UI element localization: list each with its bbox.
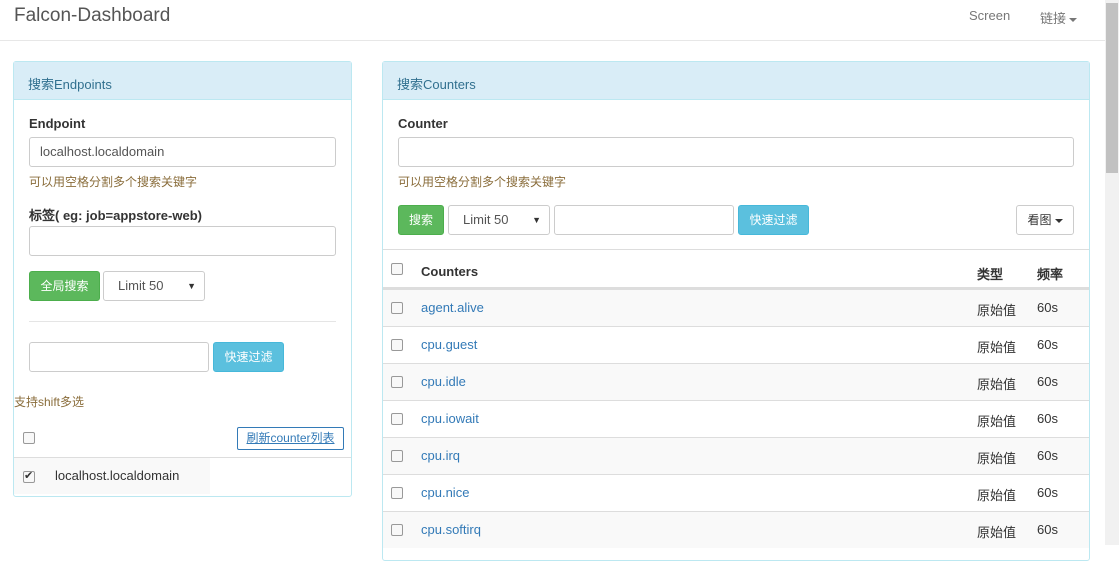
- row-type: 原始值: [977, 451, 1017, 466]
- view-chart-button[interactable]: 看图: [1016, 205, 1074, 235]
- counter-help-text: 可以用空格分割多个搜索关键字: [398, 175, 567, 189]
- endpoints-panel: 搜索Endpoints Endpoint localhost.localdoma…: [13, 61, 352, 497]
- row-checkbox[interactable]: [391, 339, 403, 351]
- endpoint-item-checkbox[interactable]: [23, 469, 35, 483]
- counter-limit-value: Limit 50: [463, 212, 509, 227]
- table-row: cpu.iowait 原始值 60s: [383, 400, 1089, 437]
- view-chart-label: 看图: [1027, 213, 1052, 227]
- endpoint-label: Endpoint: [29, 116, 86, 131]
- row-freq: 60s: [1037, 337, 1058, 352]
- header-counters: Counters: [421, 264, 479, 279]
- row-type: 原始值: [977, 303, 1017, 318]
- row-type: 原始值: [977, 525, 1017, 540]
- counter-label: Counter: [398, 116, 448, 131]
- table-row: cpu.guest 原始值 60s: [383, 326, 1089, 363]
- shift-multiselect-hint: 支持shift多选: [14, 395, 85, 409]
- row-checkbox[interactable]: [391, 302, 403, 314]
- select-all-counters-checkbox[interactable]: [391, 263, 403, 275]
- table-row: cpu.idle 原始值 60s: [383, 363, 1089, 400]
- table-row: cpu.nice 原始值 60s: [383, 474, 1089, 511]
- endpoints-panel-heading: 搜索Endpoints: [14, 62, 351, 100]
- table-row: cpu.softirq 原始值 60s: [383, 511, 1089, 548]
- header-type: 类型: [977, 267, 1004, 282]
- select-arrow-icon: ▼: [187, 281, 196, 291]
- endpoint-input[interactable]: localhost.localdomain: [29, 137, 336, 167]
- counter-input[interactable]: [398, 137, 1074, 167]
- row-checkbox[interactable]: [391, 376, 403, 388]
- nav-links-dropdown[interactable]: 链接: [1040, 8, 1078, 27]
- row-type: 原始值: [977, 488, 1017, 503]
- tag-input[interactable]: [29, 226, 336, 256]
- counters-panel: 搜索Counters Counter 可以用空格分割多个搜索关键字 搜索 Lim…: [382, 61, 1090, 561]
- counter-link[interactable]: cpu.irq: [421, 448, 460, 463]
- row-checkbox[interactable]: [391, 450, 403, 462]
- row-freq: 60s: [1037, 300, 1058, 315]
- endpoint-item-label: localhost.localdomain: [55, 468, 180, 483]
- row-freq: 60s: [1037, 374, 1058, 389]
- row-type: 原始值: [977, 414, 1017, 429]
- header-freq: 频率: [1037, 267, 1064, 282]
- row-checkbox[interactable]: [391, 524, 403, 536]
- counter-filter-input[interactable]: [554, 205, 734, 235]
- counter-link[interactable]: cpu.guest: [421, 337, 477, 352]
- counter-link[interactable]: cpu.iowait: [421, 411, 479, 426]
- endpoint-list-item[interactable]: localhost.localdomain: [14, 458, 210, 494]
- counter-link[interactable]: cpu.softirq: [421, 522, 481, 537]
- counter-limit-select[interactable]: Limit 50 ▼: [448, 205, 550, 235]
- row-freq: 60s: [1037, 411, 1058, 426]
- row-type: 原始值: [977, 340, 1017, 355]
- top-navbar: Falcon-Dashboard Screen 链接: [0, 0, 1105, 41]
- caret-down-icon: [1054, 218, 1063, 223]
- endpoint-help-text: 可以用空格分割多个搜索关键字: [29, 175, 198, 189]
- nav-links-label: 链接: [1040, 11, 1067, 26]
- refresh-counters-button[interactable]: 刷新counter列表: [237, 427, 344, 450]
- table-row: agent.alive 原始值 60s: [383, 289, 1089, 326]
- counter-quick-filter-button[interactable]: 快速过滤: [738, 205, 809, 235]
- row-freq: 60s: [1037, 522, 1058, 537]
- endpoint-filter-input[interactable]: [29, 342, 209, 372]
- brand-title[interactable]: Falcon-Dashboard: [14, 5, 170, 27]
- endpoint-quick-filter-button[interactable]: 快速过滤: [213, 342, 284, 372]
- counter-link[interactable]: agent.alive: [421, 300, 484, 315]
- row-type: 原始值: [977, 377, 1017, 392]
- counter-link[interactable]: cpu.idle: [421, 374, 466, 389]
- counters-table-header: Counters 类型 频率: [383, 249, 1089, 289]
- row-checkbox[interactable]: [391, 413, 403, 425]
- counter-link[interactable]: cpu.nice: [421, 485, 469, 500]
- global-search-button[interactable]: 全局搜索: [29, 271, 100, 301]
- nav-screen-link[interactable]: Screen: [969, 8, 1010, 23]
- row-freq: 60s: [1037, 485, 1058, 500]
- row-checkbox[interactable]: [391, 487, 403, 499]
- scrollbar-thumb[interactable]: [1106, 3, 1118, 173]
- counter-search-button[interactable]: 搜索: [398, 205, 444, 235]
- tag-label: 标签( eg: job=appstore-web): [29, 208, 202, 223]
- endpoints-divider: [29, 321, 336, 322]
- select-all-endpoints-checkbox[interactable]: [23, 432, 35, 444]
- counters-panel-heading: 搜索Counters: [383, 62, 1089, 100]
- caret-down-icon: [1069, 17, 1078, 22]
- select-arrow-icon: ▼: [532, 215, 541, 225]
- table-row: cpu.irq 原始值 60s: [383, 437, 1089, 474]
- endpoint-limit-value: Limit 50: [118, 278, 164, 293]
- endpoint-limit-select[interactable]: Limit 50 ▼: [103, 271, 205, 301]
- row-freq: 60s: [1037, 448, 1058, 463]
